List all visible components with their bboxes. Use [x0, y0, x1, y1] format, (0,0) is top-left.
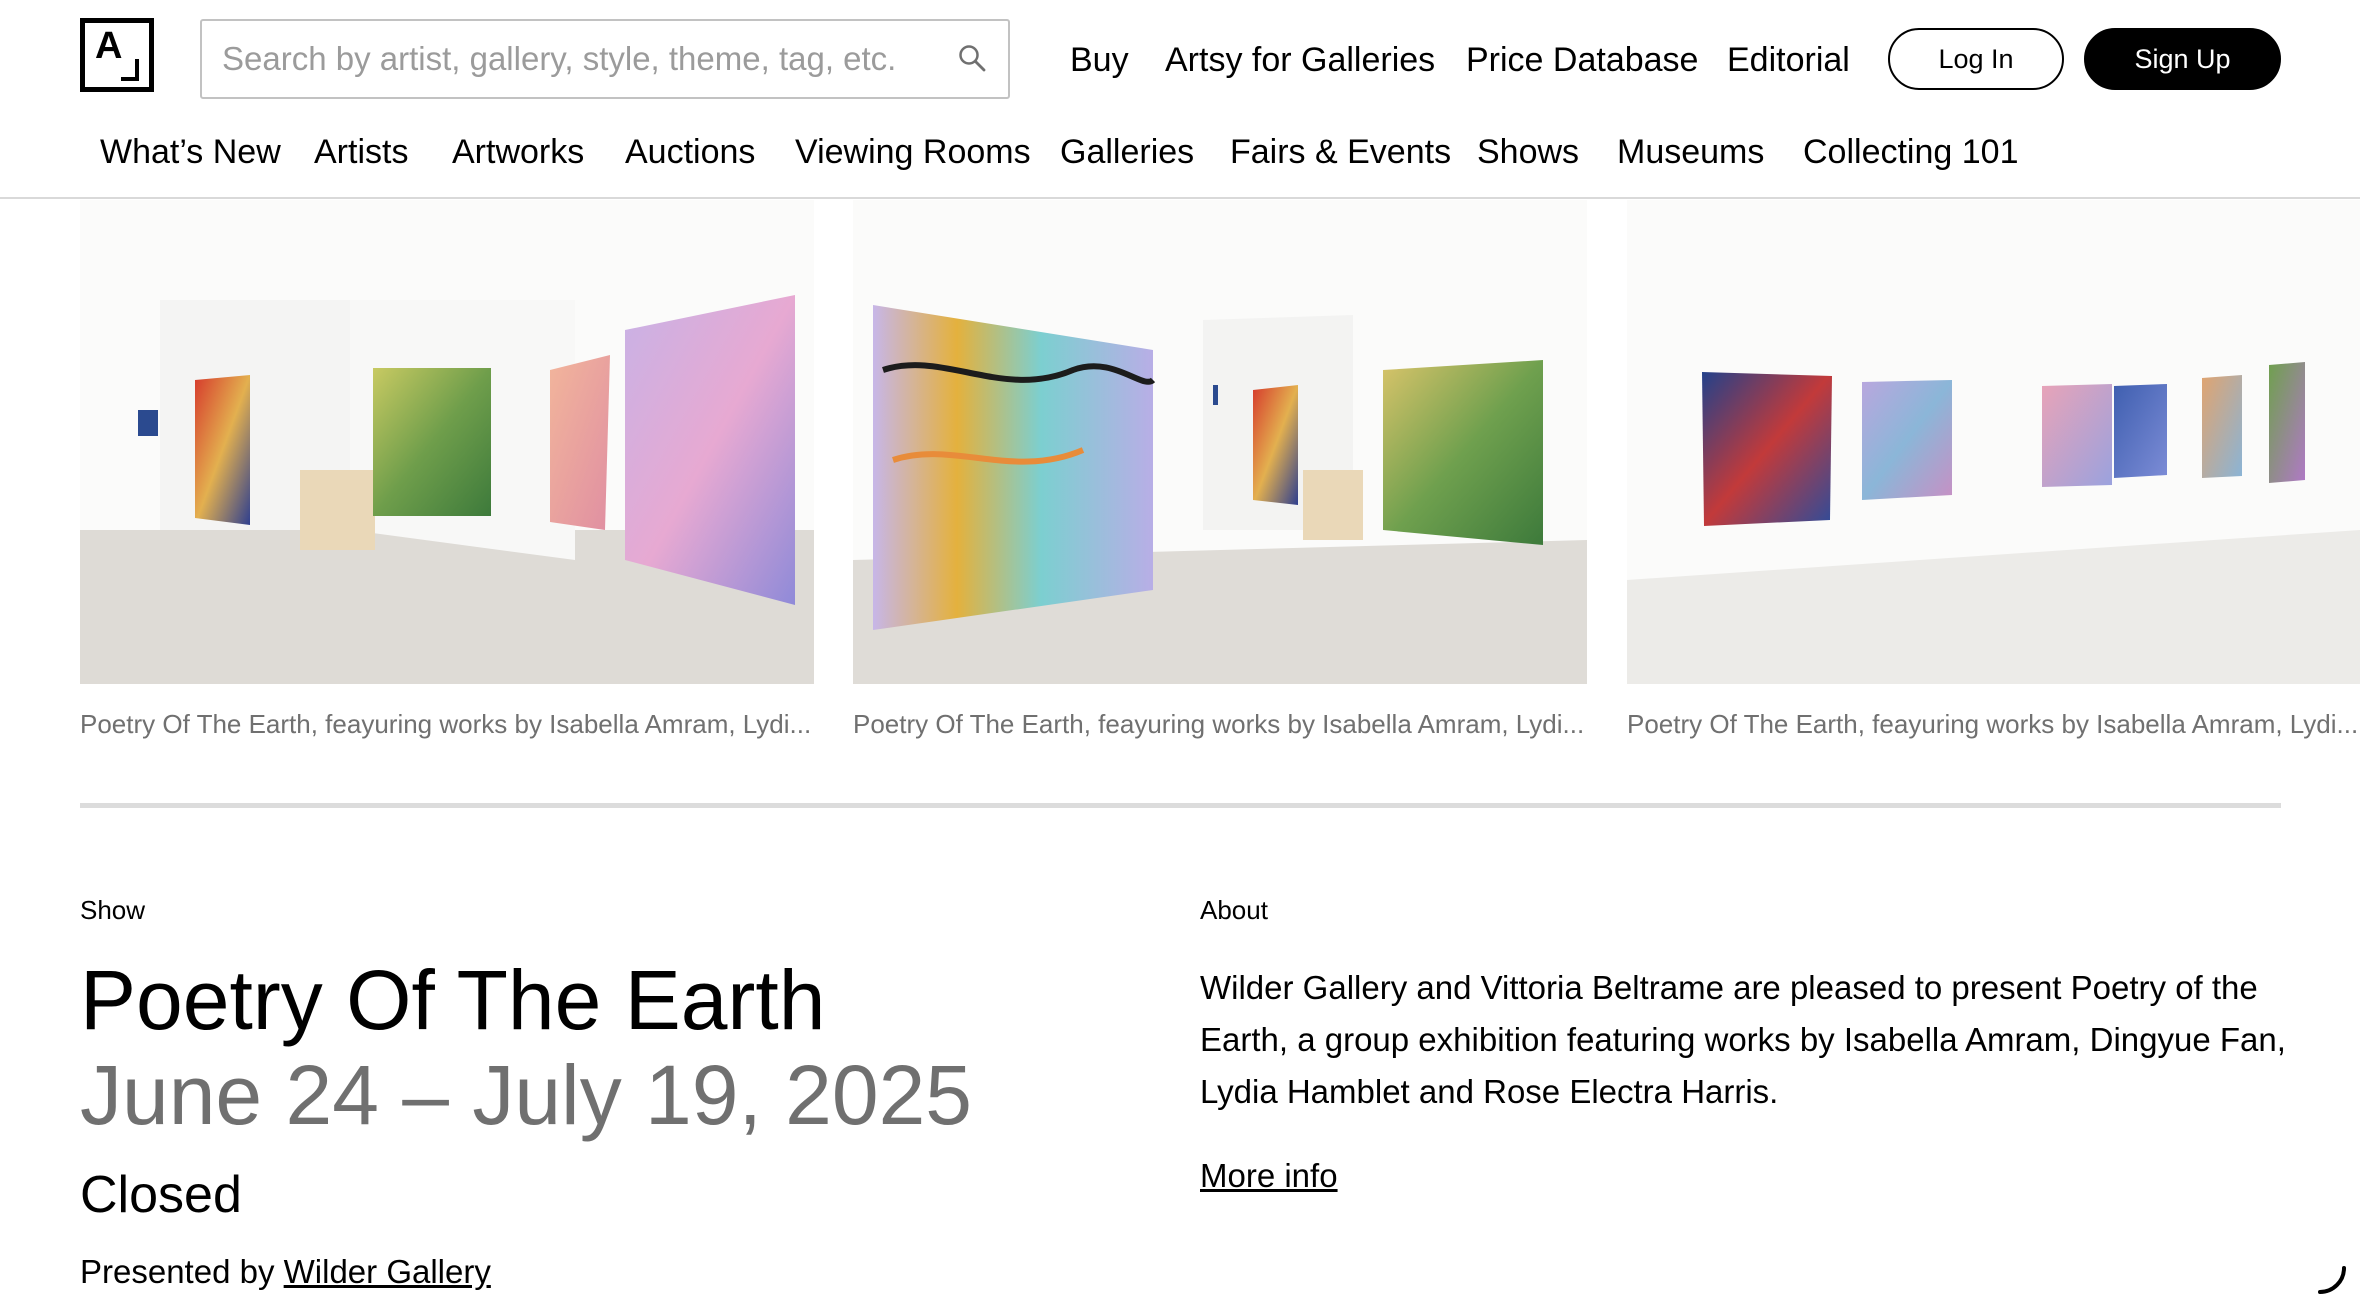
- subnav-fairs-events[interactable]: Fairs & Events: [1230, 128, 1451, 176]
- installation-view-1: [80, 200, 814, 684]
- search-input[interactable]: [222, 21, 922, 97]
- logo-corner-mark: [121, 59, 139, 81]
- logo-letter: A: [95, 25, 123, 67]
- subnav-whats-new[interactable]: What’s New: [100, 128, 281, 176]
- subnav-artworks[interactable]: Artworks: [452, 128, 584, 176]
- about-label: About: [1200, 895, 1268, 925]
- nav-price-database[interactable]: Price Database: [1466, 36, 1698, 84]
- image-caption-2: Poetry Of The Earth, feayuring works by …: [853, 709, 1585, 739]
- presented-by-prefix: Presented by: [80, 1253, 275, 1290]
- login-button[interactable]: Log In: [1888, 28, 2064, 90]
- show-status: Closed: [80, 1166, 242, 1224]
- presented-by: Presented by Wilder Gallery: [80, 1250, 491, 1294]
- subnav-artists[interactable]: Artists: [314, 128, 408, 176]
- carousel-progress-bar: [80, 803, 2281, 808]
- subnav-viewing-rooms[interactable]: Viewing Rooms: [795, 128, 1031, 176]
- subnav-collecting-101[interactable]: Collecting 101: [1803, 128, 2018, 176]
- header-divider: [0, 197, 2360, 199]
- nav-artsy-for-galleries[interactable]: Artsy for Galleries: [1165, 36, 1435, 84]
- subnav-galleries[interactable]: Galleries: [1060, 128, 1194, 176]
- installation-view-2: [853, 200, 1587, 684]
- about-description: Wilder Gallery and Vittoria Beltrame are…: [1200, 969, 2286, 1110]
- search-box[interactable]: [200, 19, 1010, 99]
- subnav-museums[interactable]: Museums: [1617, 128, 1764, 176]
- gallery-link[interactable]: Wilder Gallery: [284, 1253, 491, 1290]
- subnav-shows[interactable]: Shows: [1477, 128, 1579, 176]
- search-icon[interactable]: [956, 43, 988, 75]
- show-label: Show: [80, 895, 146, 925]
- signup-button[interactable]: Sign Up: [2084, 28, 2281, 90]
- show-title: Poetry Of The Earth: [80, 953, 826, 1047]
- image-caption-3: Poetry Of The Earth, feayuring works by …: [1627, 709, 2359, 739]
- loading-spinner-icon: [2318, 1266, 2346, 1294]
- nav-editorial[interactable]: Editorial: [1727, 36, 1850, 84]
- show-dates: June 24 – July 19, 2025: [80, 1048, 973, 1142]
- installation-image-3[interactable]: [1627, 200, 2360, 684]
- installation-view-3: [1627, 200, 2360, 684]
- artsy-logo[interactable]: A: [80, 18, 154, 92]
- subnav-auctions[interactable]: Auctions: [625, 128, 755, 176]
- more-info-link[interactable]: More info: [1200, 1154, 1338, 1198]
- installation-image-2[interactable]: [853, 200, 1587, 684]
- installation-image-1[interactable]: [80, 200, 814, 684]
- image-caption-1: Poetry Of The Earth, feayuring works by …: [80, 709, 812, 739]
- nav-buy[interactable]: Buy: [1070, 36, 1129, 84]
